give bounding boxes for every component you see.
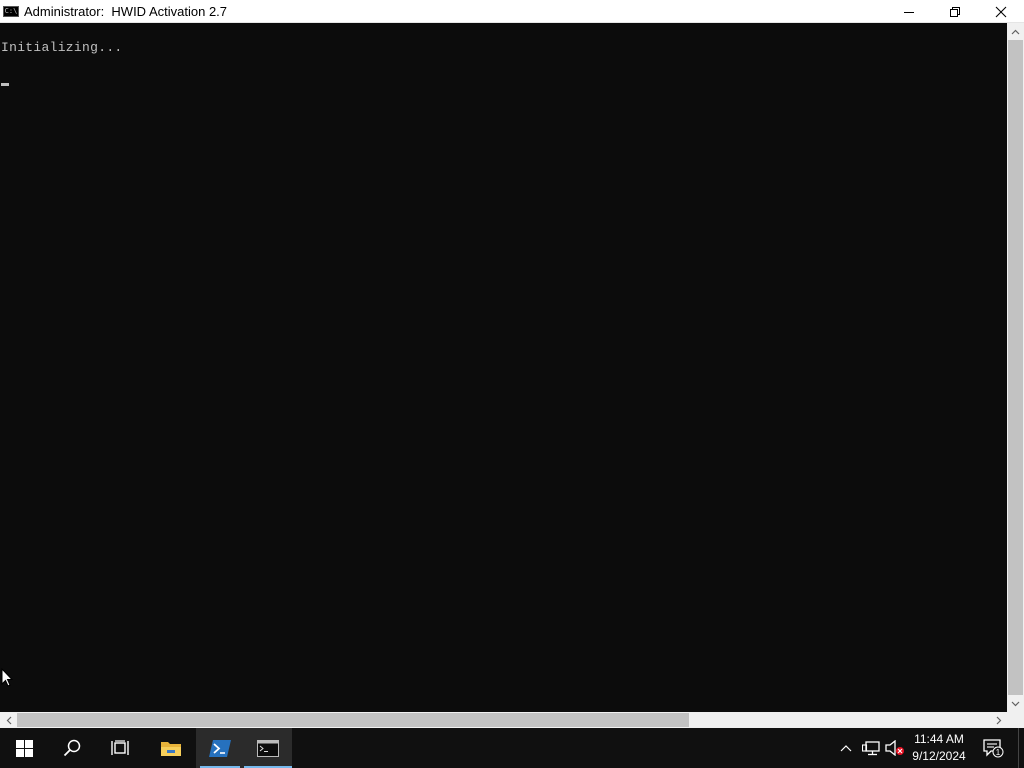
chevron-right-icon — [996, 716, 1001, 724]
taskbar: 11:44 AM 9/12/2024 1 — [0, 728, 1024, 768]
minimize-icon — [904, 11, 914, 13]
scroll-left-button[interactable] — [0, 712, 17, 728]
powershell-icon — [209, 739, 231, 757]
restore-button[interactable] — [932, 0, 978, 23]
chevron-down-icon — [1011, 701, 1020, 706]
notification-count: 1 — [996, 748, 1001, 757]
command-prompt-icon — [257, 739, 279, 757]
network-button[interactable] — [860, 728, 882, 768]
volume-muted-icon — [885, 740, 904, 756]
app-icon-text: C:\ — [4, 6, 18, 15]
clock-button[interactable]: 11:44 AM 9/12/2024 — [905, 728, 973, 768]
mouse-pointer-icon — [1, 668, 13, 687]
scroll-down-button[interactable] — [1007, 695, 1024, 712]
vertical-scrollbar[interactable] — [1007, 23, 1024, 712]
horizontal-scroll-thumb[interactable] — [17, 713, 689, 727]
window-controls — [886, 0, 1024, 23]
console-output[interactable]: Initializing... — [0, 23, 1007, 712]
start-button[interactable] — [0, 728, 48, 768]
show-desktop-button[interactable] — [1018, 728, 1024, 768]
scroll-up-button[interactable] — [1007, 23, 1024, 40]
search-button[interactable] — [48, 728, 96, 768]
vertical-scroll-thumb[interactable] — [1008, 40, 1023, 695]
command-prompt-icon: C:\ — [3, 5, 19, 17]
notifications-button[interactable]: 1 — [980, 728, 1006, 768]
network-icon — [862, 741, 880, 756]
close-icon — [995, 6, 1007, 17]
task-view-button[interactable] — [96, 728, 144, 768]
command-prompt-button[interactable] — [244, 728, 292, 768]
horizontal-scrollbar[interactable] — [0, 712, 1007, 728]
powershell-button[interactable] — [196, 728, 244, 768]
show-hidden-icons-button[interactable] — [836, 728, 856, 768]
text-cursor — [1, 83, 9, 86]
chevron-up-icon — [1011, 29, 1020, 34]
notification-icon: 1 — [983, 739, 1004, 758]
title-bar[interactable]: C:\ Administrator: HWID Activation 2.7 — [0, 0, 1024, 23]
task-view-icon — [111, 740, 129, 755]
close-button[interactable] — [978, 0, 1024, 23]
windows-logo-icon — [15, 739, 33, 757]
volume-button[interactable] — [884, 728, 906, 768]
restore-icon — [950, 6, 960, 17]
file-explorer-button[interactable] — [147, 728, 195, 768]
search-icon — [63, 739, 81, 757]
scroll-right-button[interactable] — [990, 712, 1007, 728]
folder-icon — [161, 742, 181, 756]
scrollbar-corner — [1007, 712, 1024, 728]
clock-date: 9/12/2024 — [912, 749, 966, 763]
console-line: Initializing... — [1, 40, 123, 55]
chevron-left-icon — [6, 716, 11, 724]
minimize-button[interactable] — [886, 0, 932, 23]
window-title: Administrator: HWID Activation 2.7 — [24, 3, 228, 19]
clock-time: 11:44 AM — [914, 732, 964, 746]
chevron-up-icon — [840, 745, 852, 752]
